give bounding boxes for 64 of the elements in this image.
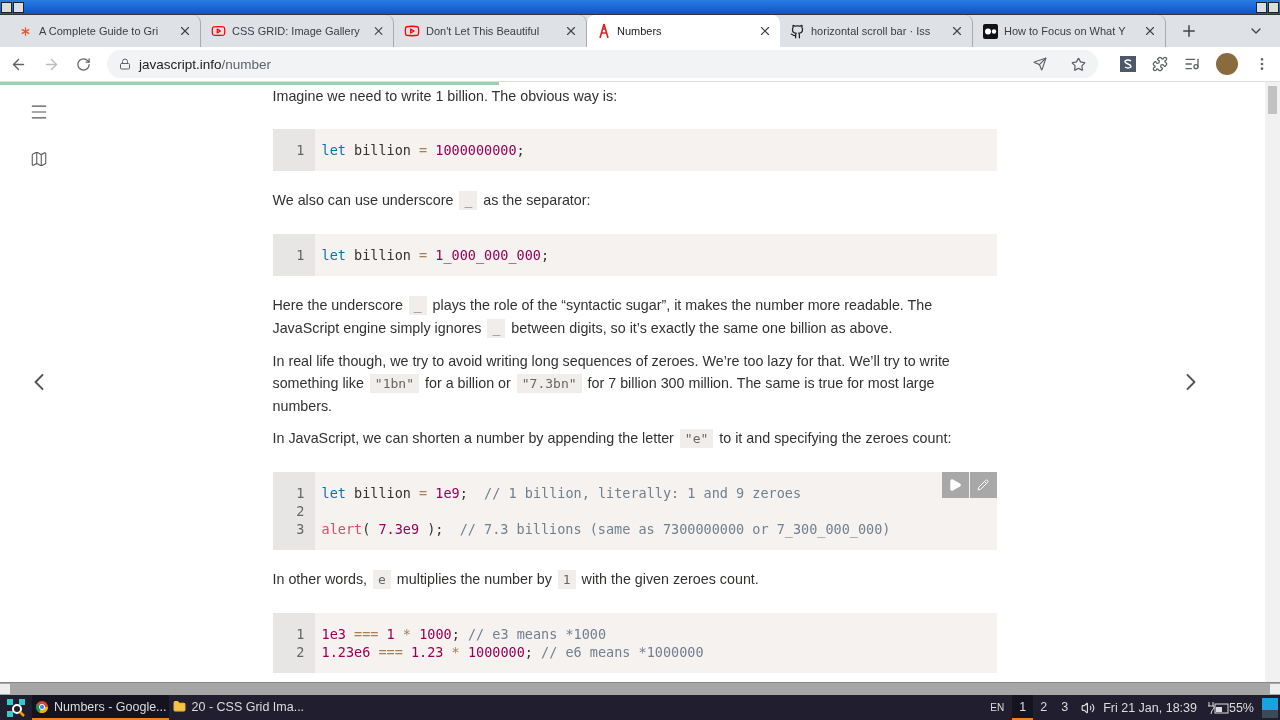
line-number: 2: [295, 502, 306, 520]
play-icon: [948, 478, 962, 492]
vertical-scrollbar[interactable]: [1265, 82, 1280, 682]
line-number: 3: [295, 520, 306, 538]
puzzle-icon[interactable]: [1152, 56, 1168, 72]
line-number: 1: [295, 246, 306, 264]
line-number: 2: [295, 643, 306, 661]
paragraph: In JavaScript, we can shorten a number by appending the letter "e" to it and specifying the zeroes count:: [272, 428, 953, 450]
code-line: 1e3 === 1 * 1000; // e3 means *1000: [321, 625, 607, 643]
close-icon[interactable]: [178, 24, 192, 38]
new-tab-icon[interactable]: [1180, 22, 1198, 40]
send-icon[interactable]: [1033, 57, 1047, 71]
clock[interactable]: Fri 21 Jan, 18:39: [1103, 700, 1197, 715]
close-icon[interactable]: [758, 24, 772, 38]
tab-title: A Complete Guide to Gri: [39, 25, 159, 37]
pencil-icon: [977, 479, 989, 491]
lock-icon: [119, 58, 131, 70]
line-number: 1: [295, 141, 306, 159]
tab-title: Numbers: [617, 25, 662, 37]
browser-icon: [36, 700, 48, 713]
code-line: let billion = 1000000000;: [321, 141, 525, 159]
taskbar-window[interactable]: Numbers - Google...: [32, 695, 169, 720]
code-line: 1.23e6 === 1.23 * 1000000; // e6 means *1000000: [321, 643, 704, 661]
reload-icon[interactable]: [76, 56, 91, 72]
paragraph: We also can use underscore _ as the separator:: [272, 190, 592, 212]
close-icon[interactable]: [950, 24, 964, 38]
map-icon[interactable]: [30, 150, 48, 168]
paragraph: In real life though, we try to avoid writing long sequences of zeroes. We’re too lazy for that. We’ll try to write something like "1bn" for a billion or "7.3bn" for 7 billion 300 million. The same is true for most large numbers.: [272, 352, 951, 416]
taskbar-window[interactable]: 20 - CSS Grid Ima...: [168, 695, 307, 720]
avatar[interactable]: [1216, 53, 1238, 75]
address-field[interactable]: javascript.info/number: [107, 50, 1098, 78]
bookmark-star-icon[interactable]: [1071, 56, 1086, 72]
battery-level: 55%: [1228, 700, 1254, 715]
workspace-button[interactable]: 3: [1054, 695, 1076, 720]
workspace-button[interactable]: 2: [1033, 695, 1055, 720]
code-line: alert( 7.3e9 ); // 7.3 billions (same as 7300000000 or 7_300_000_000): [321, 520, 891, 538]
dots-icon: [983, 23, 998, 39]
battery-icon[interactable]: [1206, 700, 1229, 715]
line-number: 1: [295, 484, 306, 502]
code-line: let billion = 1_000_000_000;: [321, 246, 550, 264]
tab-title: CSS GRID: Image Gallery: [232, 25, 360, 37]
extension-icon[interactable]: [1120, 56, 1136, 72]
play-icon: [404, 23, 420, 39]
tab-title: Don't Let This Beautiful: [426, 25, 540, 37]
folder-icon: [172, 700, 186, 713]
desktop-button[interactable]: [1262, 697, 1278, 718]
media-list-icon[interactable]: [1184, 56, 1200, 72]
browser-tab[interactable]: Numbers: [587, 15, 780, 47]
play-icon: [211, 23, 227, 39]
launcher-icon[interactable]: [6, 697, 26, 718]
paragraph: In other words, e multiplies the number by 1 with the given zeroes count.: [272, 569, 760, 591]
tab-title: horizontal scroll bar · Iss: [811, 25, 931, 37]
volume-icon[interactable]: [1081, 700, 1096, 715]
paragraph: Imagine we need to write 1 billion. The obvious way is:: [272, 87, 619, 106]
cat-icon: [790, 23, 805, 39]
keyboard-layout[interactable]: EN: [990, 702, 1005, 713]
code-line: let billion = 1e9; // 1 billion, literally: 1 and 9 zeroes: [321, 484, 802, 502]
close-icon[interactable]: [564, 24, 578, 38]
line-number: 1: [295, 625, 306, 643]
paragraph: Here the underscore _ plays the role of the “syntactic sugar”, it makes the number more readable. The JavaScript engine simply ignores _ between digits, so it’s exactly the same one billion as above.: [272, 295, 934, 340]
close-icon[interactable]: [1143, 24, 1157, 38]
tab-title: How to Focus on What Y: [1004, 25, 1126, 37]
workspace-button[interactable]: 1: [1012, 695, 1034, 720]
horizontal-scrollbar[interactable]: [0, 682, 1280, 695]
